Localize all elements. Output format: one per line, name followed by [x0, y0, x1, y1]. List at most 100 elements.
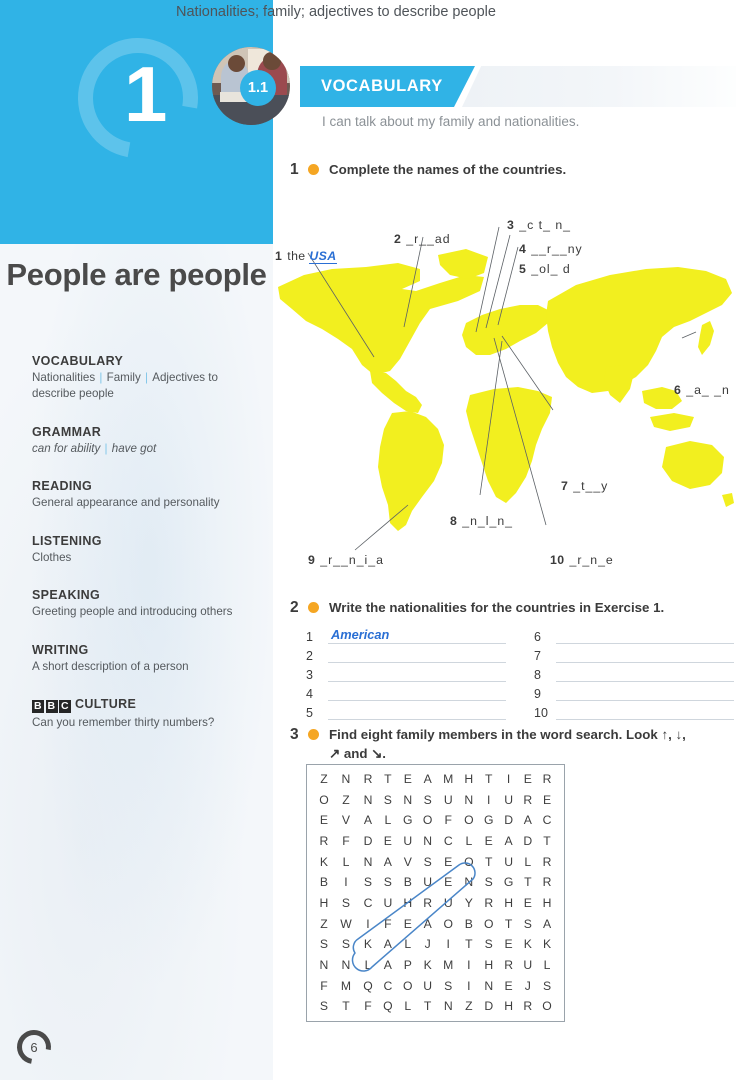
word-search-cell[interactable]: O [418, 810, 438, 831]
word-search-cell[interactable]: A [378, 934, 398, 955]
word-search-cell[interactable]: E [519, 893, 537, 914]
word-search-cell[interactable]: M [438, 769, 459, 790]
word-search-cell[interactable]: A [358, 810, 378, 831]
word-search-cell[interactable]: T [479, 769, 499, 790]
word-search-cell[interactable]: U [519, 955, 537, 976]
word-search-cell[interactable]: D [358, 831, 378, 852]
word-search-cell[interactable]: S [378, 872, 398, 893]
word-search-cell[interactable]: R [479, 893, 499, 914]
word-search-cell[interactable]: S [537, 976, 557, 997]
word-search-cell[interactable]: I [438, 934, 459, 955]
word-search-cell[interactable]: E [438, 872, 459, 893]
word-search-cell[interactable]: O [537, 996, 557, 1017]
answer-input-line[interactable] [556, 648, 734, 664]
word-search-cell[interactable]: Z [334, 790, 358, 811]
word-search-cell[interactable]: H [459, 769, 479, 790]
answer-input-line[interactable] [328, 705, 506, 721]
word-search-cell[interactable]: N [334, 769, 358, 790]
answer-row[interactable]: 9 [534, 682, 734, 702]
word-search-cell[interactable]: R [519, 996, 537, 1017]
word-search-cell[interactable]: U [418, 976, 438, 997]
word-search-table[interactable]: ZNRTEAMHTIEROZNSNSUNIUREEVALGOFOGDACRFDE… [314, 769, 557, 1017]
word-search-cell[interactable]: U [438, 790, 459, 811]
word-search-cell[interactable]: B [314, 872, 334, 893]
word-search-cell[interactable]: E [398, 914, 418, 935]
word-search-cell[interactable]: L [358, 955, 378, 976]
word-search-cell[interactable]: E [479, 831, 499, 852]
word-search-cell[interactable]: Z [314, 914, 334, 935]
word-search-cell[interactable]: G [398, 810, 418, 831]
word-search-cell[interactable]: L [378, 810, 398, 831]
word-search-cell[interactable]: I [358, 914, 378, 935]
word-search-cell[interactable]: J [418, 934, 438, 955]
answer-row[interactable]: 6 [534, 625, 734, 645]
word-search-cell[interactable]: R [358, 769, 378, 790]
word-search-cell[interactable]: Z [459, 996, 479, 1017]
word-search-cell[interactable]: A [499, 831, 519, 852]
word-search-cell[interactable]: D [519, 831, 537, 852]
word-search-cell[interactable]: N [459, 872, 479, 893]
word-search-cell[interactable]: A [537, 914, 557, 935]
answer-input-line[interactable] [328, 667, 506, 683]
word-search-cell[interactable]: V [334, 810, 358, 831]
word-search-cell[interactable]: L [537, 955, 557, 976]
word-search-cell[interactable]: N [459, 790, 479, 811]
word-search-cell[interactable]: N [358, 790, 378, 811]
word-search-cell[interactable]: N [358, 852, 378, 873]
word-search-cell[interactable]: F [358, 996, 378, 1017]
answer-row[interactable]: 7 [534, 644, 734, 664]
answer-row[interactable]: 1 American [306, 625, 506, 645]
word-search-cell[interactable]: I [459, 976, 479, 997]
word-search-cell[interactable]: H [537, 893, 557, 914]
word-search-cell[interactable]: S [418, 790, 438, 811]
word-search-cell[interactable]: H [499, 996, 519, 1017]
answer-row[interactable]: 5 [306, 701, 506, 721]
word-search-cell[interactable]: Q [378, 996, 398, 1017]
word-search-cell[interactable]: P [398, 955, 418, 976]
word-search-cell[interactable]: S [519, 914, 537, 935]
answer-input-line[interactable]: American [328, 627, 506, 645]
word-search-cell[interactable]: S [358, 872, 378, 893]
word-search-cell[interactable]: A [378, 852, 398, 873]
answer-row[interactable]: 3 [306, 663, 506, 683]
word-search-cell[interactable]: C [537, 810, 557, 831]
word-search-cell[interactable]: W [334, 914, 358, 935]
word-search-cell[interactable]: F [438, 810, 459, 831]
word-search-cell[interactable]: B [398, 872, 418, 893]
word-search-cell[interactable]: E [519, 769, 537, 790]
word-search-cell[interactable]: L [519, 852, 537, 873]
word-search-cell[interactable]: R [418, 893, 438, 914]
word-search-cell[interactable]: R [314, 831, 334, 852]
word-search-cell[interactable]: L [459, 831, 479, 852]
word-search-cell[interactable]: V [398, 852, 418, 873]
word-search-cell[interactable]: N [398, 790, 418, 811]
word-search-cell[interactable]: F [314, 976, 334, 997]
word-search-cell[interactable]: T [334, 996, 358, 1017]
word-search-cell[interactable]: F [378, 914, 398, 935]
word-search-cell[interactable]: I [334, 872, 358, 893]
word-search-cell[interactable]: Q [358, 976, 378, 997]
word-search-cell[interactable]: S [314, 996, 334, 1017]
word-search-cell[interactable]: S [314, 934, 334, 955]
word-search-cell[interactable]: J [519, 976, 537, 997]
word-search-cell[interactable]: U [398, 831, 418, 852]
answer-row[interactable]: 8 [534, 663, 734, 683]
word-search-cell[interactable]: T [537, 831, 557, 852]
word-search-cell[interactable]: C [378, 976, 398, 997]
word-search-cell[interactable]: E [438, 852, 459, 873]
word-search-cell[interactable]: E [537, 790, 557, 811]
answer-row[interactable]: 2 [306, 644, 506, 664]
word-search-cell[interactable]: T [499, 914, 519, 935]
word-search-cell[interactable]: K [314, 852, 334, 873]
word-search-cell[interactable]: R [519, 790, 537, 811]
word-search-cell[interactable]: K [537, 934, 557, 955]
word-search-cell[interactable]: F [334, 831, 358, 852]
word-search-cell[interactable]: D [499, 810, 519, 831]
word-search-cell[interactable]: I [499, 769, 519, 790]
word-search-cell[interactable]: N [479, 976, 499, 997]
word-search-cell[interactable]: U [418, 872, 438, 893]
word-search-cell[interactable]: O [398, 976, 418, 997]
word-search-cell[interactable]: K [358, 934, 378, 955]
word-search-cell[interactable]: G [479, 810, 499, 831]
word-search-cell[interactable]: D [479, 996, 499, 1017]
